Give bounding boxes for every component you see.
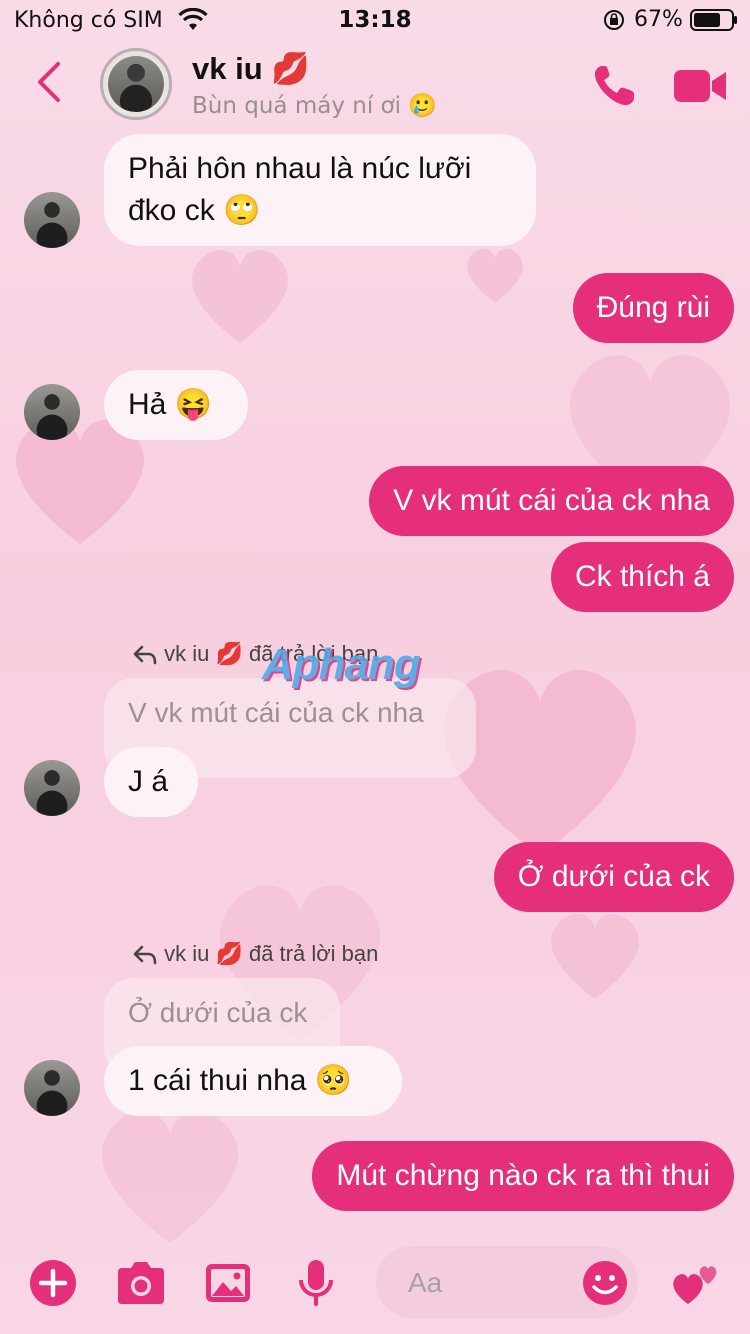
phone-icon[interactable] (590, 62, 638, 110)
reply-arrow-icon (133, 945, 157, 965)
avatar (24, 760, 80, 816)
decorative-heart (540, 900, 650, 1010)
battery-percent: 67% (634, 7, 683, 32)
incoming-message[interactable]: 1 cái thui nha 🥺 (104, 1046, 402, 1116)
watermark: Aphang (262, 640, 421, 689)
image-icon[interactable] (204, 1258, 252, 1308)
avatar (24, 1060, 80, 1116)
outgoing-message[interactable]: Ở dưới của ck (493, 842, 734, 912)
message-input[interactable] (406, 1260, 570, 1306)
avatar (24, 192, 80, 248)
emoji-icon[interactable] (582, 1260, 628, 1306)
contact-status: Bùn quá máy ní ơi 🥲 (192, 93, 437, 119)
hearts-icon[interactable] (670, 1258, 722, 1308)
status-bar: Không có SIM 13:18 67% (0, 0, 750, 42)
chat-header: vk iu 💋 Bùn quá máy ní ơi 🥲 (0, 42, 750, 128)
contact-name[interactable]: vk iu 💋 (192, 50, 310, 87)
reply-arrow-icon (133, 645, 157, 665)
orientation-lock-icon (604, 10, 624, 30)
back-icon[interactable] (32, 60, 68, 104)
microphone-icon[interactable] (296, 1258, 336, 1308)
outgoing-message[interactable]: V vk mút cái của ck nha (369, 466, 734, 536)
avatar (24, 384, 80, 440)
outgoing-message[interactable]: Mút chừng nào ck ra thì thui (312, 1141, 734, 1211)
composer-bar (0, 1236, 750, 1334)
outgoing-message[interactable]: Ck thích á (550, 542, 734, 612)
avatar[interactable] (100, 48, 172, 120)
decorative-heart (460, 240, 530, 310)
message-input-box[interactable] (376, 1246, 638, 1318)
decorative-heart (180, 230, 300, 360)
plus-icon[interactable] (28, 1258, 78, 1308)
video-camera-icon[interactable] (672, 66, 728, 106)
incoming-message[interactable]: J á (104, 747, 198, 817)
outgoing-message[interactable]: Đúng rùi (572, 273, 734, 343)
incoming-message[interactable]: Phải hôn nhau là núc lưỡi đko ck 🙄 (104, 134, 536, 246)
reply-label: vk iu 💋 đã trả lời bạn (132, 941, 378, 967)
incoming-message[interactable]: Hả 😝 (104, 370, 248, 440)
battery-icon (690, 9, 737, 31)
camera-icon[interactable] (114, 1258, 168, 1308)
